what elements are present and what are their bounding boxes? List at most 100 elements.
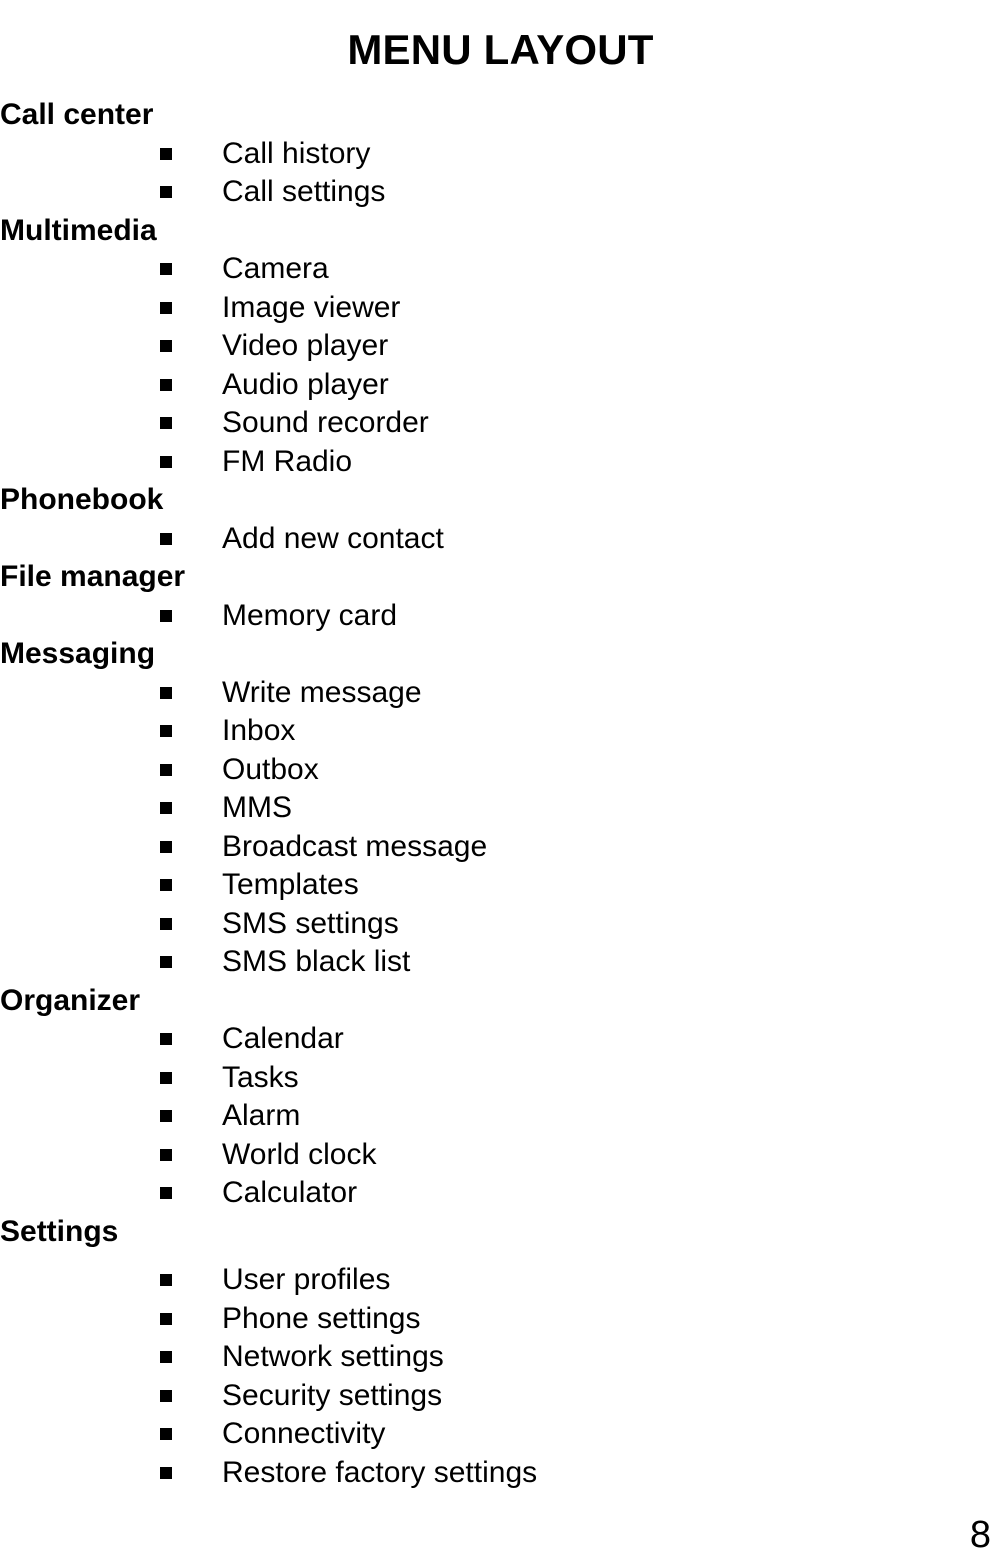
menu-item-label: Audio player (222, 367, 389, 401)
menu-item-label: MMS (222, 791, 292, 824)
filled-square-bullet-icon (160, 609, 172, 622)
menu-item-label: World clock (222, 1137, 377, 1171)
menu-item: Call settings (0, 173, 1001, 212)
menu-item: Connectivity (0, 1415, 1001, 1454)
menu-item: Alarm (0, 1097, 1001, 1136)
menu-section-items: Calendar Tasks Alarm World clock Calculator (0, 1020, 1001, 1213)
menu-item: User profiles (0, 1261, 1001, 1300)
menu-item-label: Memory card (222, 598, 398, 632)
menu-item: Tasks (0, 1059, 1001, 1098)
menu-layout-list: Call center Call history Call settings Mult… (0, 96, 1001, 1492)
menu-item-label: Alarm (222, 1099, 301, 1132)
filled-square-bullet-icon (160, 1033, 172, 1046)
menu-section: Organizer Calendar Tasks Alarm World clock Ca… (0, 982, 1001, 1213)
menu-item: Outbox (0, 751, 1001, 790)
menu-item-label: FM Radio (222, 444, 353, 478)
filled-square-bullet-icon (160, 917, 172, 930)
document-page: MENU LAYOUT Call center Call history Call … (0, 0, 1001, 1559)
menu-section: Multimedia Camera Image viewer Video player… (0, 212, 1001, 482)
menu-section-header: Messaging (0, 637, 156, 670)
menu-section: File manager Memory card (0, 558, 1001, 635)
filled-square-bullet-icon (160, 1071, 172, 1084)
menu-item-label: Sound recorder (222, 406, 429, 439)
menu-section-items: Add new contact (0, 520, 1001, 559)
menu-item: World clock (0, 1136, 1001, 1175)
menu-item-label: Broadcast message (222, 829, 488, 863)
menu-item-label: SMS settings (222, 906, 399, 940)
filled-square-bullet-icon (160, 417, 172, 430)
filled-square-bullet-icon (160, 879, 172, 892)
filled-square-bullet-icon (160, 1428, 172, 1441)
menu-item-label: Templates (222, 868, 359, 901)
filled-square-bullet-icon (160, 840, 172, 853)
filled-square-bullet-icon (160, 1148, 172, 1161)
menu-item-label: Call settings (222, 175, 386, 208)
menu-item-label: Call history (222, 136, 371, 170)
filled-square-bullet-icon (160, 378, 172, 391)
menu-section-items: Call history Call settings (0, 135, 1001, 212)
menu-section-header: Organizer (0, 983, 141, 1017)
menu-item: Video player (0, 327, 1001, 366)
filled-square-bullet-icon (160, 263, 172, 276)
filled-square-bullet-icon (160, 1274, 172, 1287)
menu-item: Inbox (0, 712, 1001, 751)
menu-section-items: Write message Inbox Outbox MMS Broadcast mes… (0, 674, 1001, 982)
menu-item-label: Outbox (222, 752, 319, 786)
menu-item: Security settings (0, 1377, 1001, 1416)
menu-item: Network settings (0, 1338, 1001, 1377)
menu-item: Sound recorder (0, 404, 1001, 443)
menu-section: Call center Call history Call settings (0, 96, 1001, 212)
menu-item: Calculator (0, 1174, 1001, 1213)
menu-section-header: Phonebook (0, 483, 164, 516)
menu-item-label: SMS black list (222, 945, 411, 978)
menu-item: Add new contact (0, 520, 1001, 559)
menu-item: SMS settings (0, 905, 1001, 944)
menu-item: Templates (0, 866, 1001, 905)
menu-section-items: User profiles Phone settings Network setti… (0, 1251, 1001, 1492)
menu-item: MMS (0, 789, 1001, 828)
menu-item: Phone settings (0, 1300, 1001, 1339)
menu-section-header: Settings (0, 1214, 119, 1248)
menu-item: Restore factory settings (0, 1454, 1001, 1493)
menu-item: Memory card (0, 597, 1001, 636)
menu-item-label: Video player (222, 329, 389, 362)
menu-item: Broadcast message (0, 828, 1001, 867)
menu-item: Call history (0, 135, 1001, 174)
menu-section: Phonebook Add new contact (0, 481, 1001, 558)
filled-square-bullet-icon (160, 147, 172, 160)
filled-square-bullet-icon (160, 1187, 172, 1200)
menu-section-items: Memory card (0, 597, 1001, 636)
menu-item-label: Security settings (222, 1378, 443, 1412)
menu-item-label: Image viewer (222, 290, 401, 324)
menu-item: Camera (0, 250, 1001, 289)
menu-item-label: Network settings (222, 1340, 444, 1373)
filled-square-bullet-icon (160, 1389, 172, 1402)
menu-item-label: Calendar (222, 1022, 344, 1055)
menu-item: Calendar (0, 1020, 1001, 1059)
menu-item-label: Connectivity (222, 1417, 386, 1450)
menu-section-header: Multimedia (0, 213, 157, 247)
menu-section-items: Camera Image viewer Video player Audio play… (0, 250, 1001, 481)
menu-item: Image viewer (0, 289, 1001, 328)
menu-section: Messaging Write message Inbox Outbox MMS Broa… (0, 635, 1001, 982)
filled-square-bullet-icon (160, 301, 172, 314)
menu-item-label: Calculator (222, 1176, 358, 1209)
menu-item: Audio player (0, 366, 1001, 405)
filled-square-bullet-icon (160, 1351, 172, 1364)
menu-section-header: File manager (0, 560, 186, 593)
filled-square-bullet-icon (160, 1312, 172, 1325)
menu-section: Settings User profiles Phone settings Netwo… (0, 1213, 1001, 1493)
menu-item-label: Camera (222, 252, 329, 285)
menu-item-label: Phone settings (222, 1301, 421, 1335)
filled-square-bullet-icon (160, 763, 172, 776)
menu-item: Write message (0, 674, 1001, 713)
menu-item-label: Write message (222, 675, 422, 709)
menu-item-label: Restore factory settings (222, 1455, 538, 1489)
filled-square-bullet-icon (160, 686, 172, 699)
filled-square-bullet-icon (160, 1466, 172, 1479)
filled-square-bullet-icon (160, 802, 172, 815)
menu-item-label: Tasks (222, 1060, 299, 1094)
page-title: MENU LAYOUT (347, 26, 654, 74)
filled-square-bullet-icon (160, 455, 172, 468)
menu-item: FM Radio (0, 443, 1001, 482)
